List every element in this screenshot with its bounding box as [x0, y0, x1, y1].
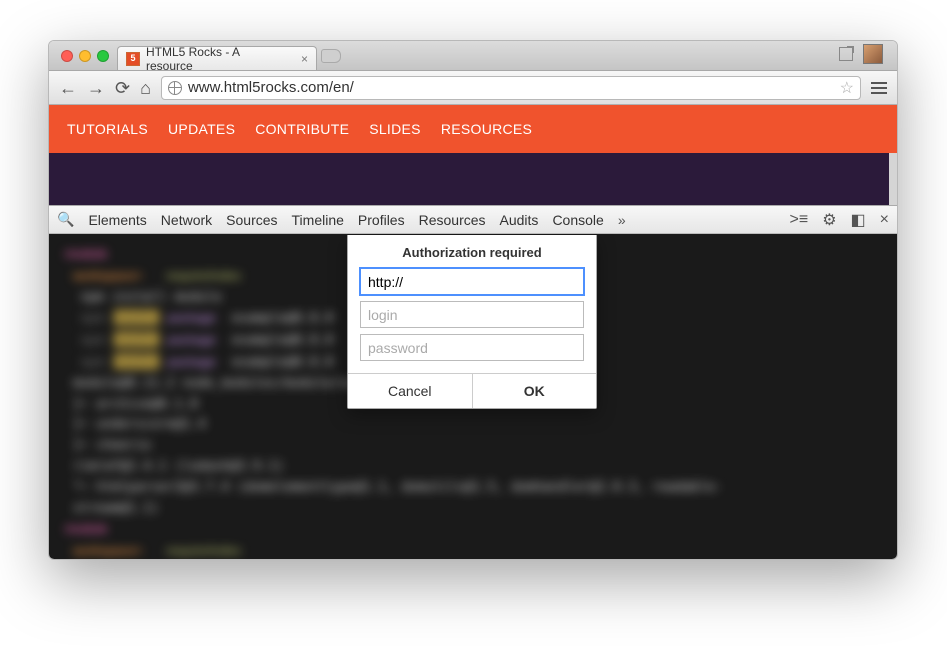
nav-contribute[interactable]: CONTRIBUTE — [255, 121, 349, 137]
browser-toolbar: ← → ⟳ ⌂ www.html5rocks.com/en/ ☆ — [49, 71, 897, 105]
page-viewport: TUTORIALS UPDATES CONTRIBUTE SLIDES RESO… — [49, 105, 897, 559]
auth-cancel-button[interactable]: Cancel — [348, 374, 472, 408]
tab-bar: HTML5 Rocks - A resource × — [49, 41, 897, 71]
browser-menu-button[interactable] — [871, 82, 887, 94]
new-tab-button[interactable] — [321, 49, 341, 63]
drawer-toggle-icon[interactable]: >≡ — [790, 211, 809, 229]
devtools-tab-resources[interactable]: Resources — [419, 212, 486, 228]
auth-url-input[interactable] — [360, 268, 584, 295]
devtools-overflow-icon[interactable]: » — [618, 212, 626, 228]
auth-ok-button[interactable]: OK — [472, 374, 597, 408]
devtools-tab-timeline[interactable]: Timeline — [292, 212, 344, 228]
fullscreen-icon[interactable] — [839, 47, 853, 61]
dock-icon[interactable]: ◧ — [851, 210, 866, 230]
html5-favicon — [126, 52, 140, 66]
tab-close-icon[interactable]: × — [301, 52, 308, 66]
home-button[interactable]: ⌂ — [140, 79, 151, 97]
devtools-panel: 🔍 Elements Network Sources Timeline Prof… — [49, 205, 897, 559]
devtools-tab-profiles[interactable]: Profiles — [358, 212, 405, 228]
nav-resources[interactable]: RESOURCES — [441, 121, 532, 137]
site-hero — [49, 153, 897, 205]
url-text: www.html5rocks.com/en/ — [188, 79, 834, 96]
back-button[interactable]: ← — [59, 79, 77, 97]
auth-dialog-title: Authorization required — [348, 235, 596, 268]
nav-tutorials[interactable]: TUTORIALS — [67, 121, 148, 137]
reload-button[interactable]: ⟳ — [115, 79, 130, 97]
search-icon[interactable]: 🔍 — [57, 211, 74, 228]
devtools-body: module workspace> require/index npm inst… — [49, 234, 897, 559]
globe-icon — [168, 81, 182, 95]
window-controls — [61, 50, 109, 62]
devtools-tab-audits[interactable]: Audits — [500, 212, 539, 228]
nav-slides[interactable]: SLIDES — [369, 121, 421, 137]
devtools-tab-console[interactable]: Console — [552, 212, 603, 228]
profile-avatar[interactable] — [863, 44, 883, 64]
bookmark-star-icon[interactable]: ☆ — [840, 78, 854, 98]
devtools-close-icon[interactable]: × — [880, 211, 889, 229]
devtools-tab-network[interactable]: Network — [161, 212, 212, 228]
nav-updates[interactable]: UPDATES — [168, 121, 235, 137]
browser-window: HTML5 Rocks - A resource × ← → ⟳ ⌂ www.h… — [48, 40, 898, 560]
devtools-tab-elements[interactable]: Elements — [88, 212, 146, 228]
auth-dialog: Authorization required Cancel OK — [347, 235, 597, 409]
browser-tab[interactable]: HTML5 Rocks - A resource × — [117, 46, 317, 70]
devtools-toolbar: 🔍 Elements Network Sources Timeline Prof… — [49, 206, 897, 234]
gear-icon[interactable]: ⚙ — [822, 210, 836, 230]
window-close-button[interactable] — [61, 50, 73, 62]
site-nav-bar: TUTORIALS UPDATES CONTRIBUTE SLIDES RESO… — [49, 105, 897, 153]
window-minimize-button[interactable] — [79, 50, 91, 62]
tab-title: HTML5 Rocks - A resource — [146, 45, 289, 73]
auth-login-input[interactable] — [360, 301, 584, 328]
window-maximize-button[interactable] — [97, 50, 109, 62]
devtools-tab-sources[interactable]: Sources — [226, 212, 277, 228]
address-bar[interactable]: www.html5rocks.com/en/ ☆ — [161, 76, 861, 100]
auth-password-input[interactable] — [360, 334, 584, 361]
forward-button[interactable]: → — [87, 79, 105, 97]
